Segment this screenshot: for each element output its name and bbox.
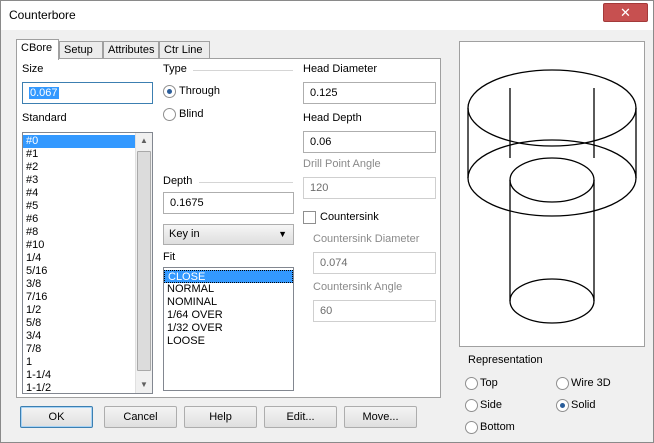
- type-blind-label: Blind: [179, 108, 204, 120]
- standard-scrollbar[interactable]: ▲ ▼: [135, 133, 152, 393]
- head-depth-input[interactable]: 0.06: [303, 131, 436, 153]
- countersink-checkbox[interactable]: [303, 211, 316, 224]
- standard-list-item[interactable]: #5: [23, 200, 136, 213]
- standard-list-item[interactable]: #0: [23, 135, 136, 148]
- move-button[interactable]: Move...: [344, 406, 417, 428]
- representation-wire3d-radio[interactable]: [556, 377, 569, 390]
- standard-list-item[interactable]: 1-1/4: [23, 369, 136, 382]
- close-button[interactable]: ✕: [603, 3, 648, 22]
- standard-list-item[interactable]: #6: [23, 213, 136, 226]
- countersink-diameter-input: 0.074: [313, 252, 436, 274]
- edit-button[interactable]: Edit...: [264, 406, 337, 428]
- standard-list-item[interactable]: 3/4: [23, 330, 136, 343]
- depth-mode-value: Key in: [169, 228, 200, 240]
- drill-point-angle-input: 120: [303, 177, 436, 199]
- representation-wire3d-label: Wire 3D: [571, 377, 611, 389]
- size-value: 0.067: [29, 87, 59, 99]
- fit-list-item[interactable]: LOOSE: [164, 335, 293, 348]
- standard-list-item[interactable]: 1: [23, 356, 136, 369]
- countersink-label: Countersink: [320, 211, 379, 223]
- help-button[interactable]: Help: [184, 406, 257, 428]
- tab-ctr-line[interactable]: Ctr Line: [159, 41, 210, 59]
- standard-list-item[interactable]: #3: [23, 174, 136, 187]
- countersink-angle-input: 60: [313, 300, 436, 322]
- chevron-down-icon: ▼: [278, 229, 287, 239]
- drill-point-angle-label: Drill Point Angle: [303, 158, 381, 170]
- standard-list-item[interactable]: #10: [23, 239, 136, 252]
- countersink-angle-label: Countersink Angle: [313, 281, 403, 293]
- type-through-radio[interactable]: [163, 85, 176, 98]
- representation-bottom-radio[interactable]: [465, 421, 478, 434]
- scroll-up-arrow-icon[interactable]: ▲: [136, 133, 152, 149]
- standard-list-item[interactable]: 5/16: [23, 265, 136, 278]
- counterbore-preview: [459, 41, 645, 347]
- representation-solid-label: Solid: [571, 399, 596, 411]
- standard-list-item[interactable]: 7/16: [23, 291, 136, 304]
- size-input[interactable]: 0.067: [22, 82, 153, 104]
- countersink-diameter-label: Countersink Diameter: [313, 233, 420, 245]
- fit-list-item[interactable]: NOMINAL: [164, 296, 293, 309]
- representation-label: Representation: [468, 354, 543, 366]
- cancel-button[interactable]: Cancel: [104, 406, 177, 428]
- standard-list-item[interactable]: 1/2: [23, 304, 136, 317]
- standard-list-item[interactable]: #8: [23, 226, 136, 239]
- standard-list-item[interactable]: 1-1/2: [23, 382, 136, 393]
- representation-side-label: Side: [480, 399, 503, 411]
- scroll-down-arrow-icon[interactable]: ▼: [136, 377, 152, 393]
- depth-input[interactable]: 0.1675: [163, 192, 294, 214]
- tab-attributes[interactable]: Attributes: [103, 41, 159, 59]
- ok-button[interactable]: OK: [20, 406, 93, 428]
- title-bar: Counterbore ✕: [1, 1, 653, 30]
- standard-list-item[interactable]: 3/8: [23, 278, 136, 291]
- standard-list-item[interactable]: 7/8: [23, 343, 136, 356]
- representation-group: Representation Top Wire 3D Side Solid Bo…: [459, 350, 645, 436]
- fit-label: Fit: [163, 251, 176, 263]
- tab-setup[interactable]: Setup: [59, 41, 103, 59]
- head-diameter-input[interactable]: 0.125: [303, 82, 436, 104]
- type-blind-radio[interactable]: [163, 108, 176, 121]
- head-depth-label: Head Depth: [303, 112, 362, 124]
- standard-list-item[interactable]: #2: [23, 161, 136, 174]
- counterbore-dialog: Counterbore ✕ CBore Setup Attributes Ctr…: [0, 0, 654, 443]
- fit-list-item[interactable]: 1/32 OVER: [164, 322, 293, 335]
- standard-listbox[interactable]: #0 #1 #2 #3 #4 #5 #6 #8 #10 1/4 5/16 3/8 7/16 1/2 5/8 3…: [22, 132, 153, 394]
- fit-list-item[interactable]: CLOSE: [164, 270, 293, 283]
- fit-list-item[interactable]: NORMAL: [164, 283, 293, 296]
- standard-list-item[interactable]: 1/4: [23, 252, 136, 265]
- representation-side-radio[interactable]: [465, 399, 478, 412]
- head-diameter-label: Head Diameter: [303, 63, 377, 75]
- size-label: Size: [22, 63, 44, 75]
- representation-top-radio[interactable]: [465, 377, 478, 390]
- depth-label: Depth: [163, 175, 193, 187]
- depth-separator: [199, 182, 293, 183]
- counterbore-wireframe-graphic: [467, 69, 637, 324]
- standard-list-item[interactable]: 5/8: [23, 317, 136, 330]
- fit-list-item[interactable]: 1/64 OVER: [164, 309, 293, 322]
- standard-list-item[interactable]: #1: [23, 148, 136, 161]
- standard-list-item[interactable]: #4: [23, 187, 136, 200]
- type-separator: [193, 70, 293, 71]
- representation-solid-radio[interactable]: [556, 399, 569, 412]
- depth-mode-select[interactable]: Key in ▼: [163, 224, 294, 245]
- scroll-thumb[interactable]: [137, 151, 151, 371]
- representation-bottom-label: Bottom: [480, 421, 515, 433]
- fit-listbox[interactable]: CLOSE NORMAL NOMINAL 1/64 OVER 1/32 OVER LOOS…: [163, 267, 294, 391]
- tab-cbore[interactable]: CBore: [16, 39, 59, 60]
- type-through-label: Through: [179, 85, 220, 97]
- window-title: Counterbore: [9, 8, 76, 22]
- standard-label: Standard: [22, 112, 67, 124]
- representation-top-label: Top: [480, 377, 498, 389]
- type-label: Type: [163, 63, 187, 75]
